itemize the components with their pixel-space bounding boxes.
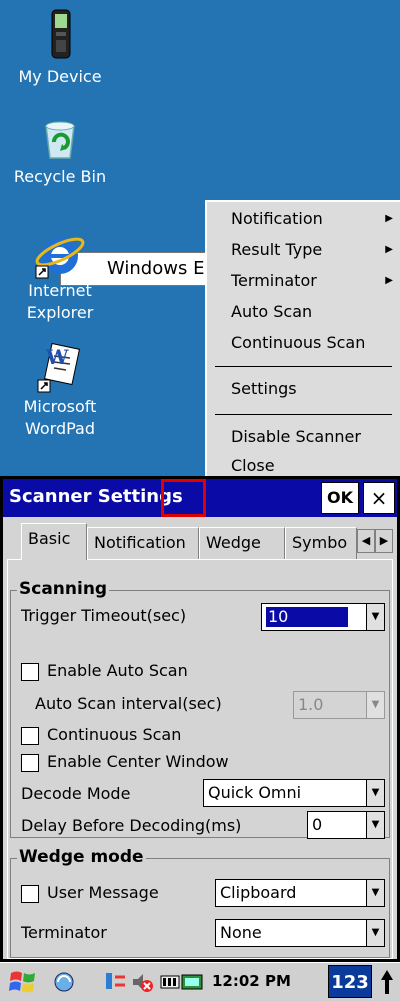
menu-item-terminator[interactable]: Terminator ▶ xyxy=(231,270,397,292)
chevron-down-icon[interactable]: ▼ xyxy=(366,812,384,838)
auto-scan-interval-select[interactable]: 1.0 ▼ xyxy=(293,691,385,719)
desktop-icon-internet-explorer[interactable]: Internet Explorer xyxy=(0,226,120,324)
chevron-down-icon[interactable]: ▼ xyxy=(366,604,384,630)
dialog-title: Scanner Settings xyxy=(9,486,183,507)
taskbar: 12:02 PM 123 xyxy=(0,962,400,1001)
settings-tabs: Basic Notification Wedge Symbo ◀ ▶ xyxy=(3,523,397,560)
user-message-label: User Message xyxy=(47,883,159,902)
highlight-box xyxy=(161,479,206,517)
enable-center-window-checkbox[interactable] xyxy=(21,754,39,772)
enable-auto-scan-label: Enable Auto Scan xyxy=(47,661,188,680)
menu-item-auto-scan[interactable]: Auto Scan xyxy=(231,301,312,323)
tab-scroll-right-icon[interactable]: ▶ xyxy=(375,529,393,553)
menu-item-notification[interactable]: Notification ▶ xyxy=(231,208,397,230)
continuous-scan-checkbox[interactable] xyxy=(21,727,39,745)
keyboard-up-arrow-icon[interactable] xyxy=(380,968,394,996)
menu-item-result-type[interactable]: Result Type ▶ xyxy=(231,239,397,261)
svg-text:W: W xyxy=(45,345,69,369)
input-panel-button[interactable]: 123 xyxy=(328,965,372,998)
desktop-icon-label: Microsoft xyxy=(23,397,97,416)
terminator-select[interactable]: None ▼ xyxy=(215,919,385,947)
enable-center-window-label: Enable Center Window xyxy=(47,752,229,771)
desktop-icon-recycle-bin[interactable]: Recycle Bin xyxy=(0,118,120,188)
chevron-down-icon[interactable]: ▼ xyxy=(366,880,384,906)
clock[interactable]: 12:02 PM xyxy=(212,969,291,993)
menu-item-label: Notification xyxy=(231,209,323,228)
trigger-timeout-label: Trigger Timeout(sec) xyxy=(21,606,187,625)
desktop-icon-label: WordPad xyxy=(24,419,95,438)
submenu-arrow-icon: ▶ xyxy=(385,213,393,224)
desktop-icon-label: Explorer xyxy=(26,303,94,322)
menu-item-label: Terminator xyxy=(231,271,317,290)
scanning-group-title: Scanning xyxy=(17,578,110,600)
battery-icon[interactable] xyxy=(160,972,204,992)
auto-scan-interval-label: Auto Scan interval(sec) xyxy=(35,694,222,713)
wedge-mode-group-title: Wedge mode xyxy=(17,846,146,868)
tab-basic[interactable]: Basic xyxy=(21,523,87,560)
scanner-context-menu: Notification ▶ Result Type ▶ Terminator … xyxy=(205,200,400,476)
tab-scroll-left-icon[interactable]: ◀ xyxy=(357,529,375,553)
close-button[interactable]: × xyxy=(363,482,395,514)
tab-wedge[interactable]: Wedge xyxy=(199,527,285,559)
dialog-titlebar: Scanner Settings OK × xyxy=(3,479,397,517)
tab-notification[interactable]: Notification xyxy=(87,527,199,559)
menu-item-settings[interactable]: Settings xyxy=(231,378,297,400)
terminator-label: Terminator xyxy=(21,923,107,942)
basic-tab-panel: Scanning Trigger Timeout(sec) 10 ▼ Enabl… xyxy=(7,559,393,959)
terminator-value: None xyxy=(220,923,262,942)
user-message-value: Clipboard xyxy=(220,883,297,902)
chevron-down-icon[interactable]: ▼ xyxy=(366,780,384,806)
delay-before-decoding-value: 0 xyxy=(312,815,323,834)
delay-before-decoding-label: Delay Before Decoding(ms) xyxy=(21,816,242,835)
menu-item-label: Result Type xyxy=(231,240,323,259)
chevron-down-icon[interactable]: ▼ xyxy=(366,692,384,718)
continuous-scan-label: Continuous Scan xyxy=(47,725,182,744)
decode-mode-select[interactable]: Quick Omni ▼ xyxy=(203,779,385,807)
delay-before-decoding-select[interactable]: 0 ▼ xyxy=(307,811,385,839)
submenu-arrow-icon: ▶ xyxy=(385,275,393,286)
desktop-icon-my-device[interactable]: My Device xyxy=(0,8,120,88)
ie-window-text: Windows E xyxy=(107,258,205,279)
decode-mode-value: Quick Omni xyxy=(208,783,302,802)
enable-auto-scan-checkbox[interactable] xyxy=(21,663,39,681)
desktop-icon-label: My Device xyxy=(18,67,102,86)
menu-item-disable-scanner[interactable]: Disable Scanner xyxy=(231,426,361,448)
auto-scan-interval-value: 1.0 xyxy=(298,695,324,714)
volume-muted-icon[interactable] xyxy=(130,970,154,994)
decode-mode-label: Decode Mode xyxy=(21,784,131,803)
trigger-timeout-select[interactable]: 10 ▼ xyxy=(261,603,385,631)
user-message-checkbox[interactable] xyxy=(21,885,39,903)
scanner-settings-dialog: Scanner Settings OK × Basic Notification… xyxy=(0,476,400,962)
wedge-mode-group: Wedge mode User Message Clipboard ▼ Term… xyxy=(10,846,390,958)
ok-button[interactable]: OK xyxy=(321,482,359,514)
wordpad-icon: W xyxy=(37,342,81,393)
menu-item-continuous-scan[interactable]: Continuous Scan xyxy=(231,332,365,354)
internet-explorer-icon xyxy=(35,237,85,279)
tab-symbology[interactable]: Symbo xyxy=(285,527,357,559)
recycle-bin-icon xyxy=(45,121,75,159)
start-windows-icon[interactable] xyxy=(8,967,38,997)
connectivity-icon[interactable] xyxy=(104,971,128,993)
desktop: My Device Recycle Bin Windows E Internet… xyxy=(0,0,400,476)
user-message-select[interactable]: Clipboard ▼ xyxy=(215,879,385,907)
trigger-timeout-value: 10 xyxy=(266,607,349,627)
menu-separator xyxy=(215,366,392,367)
network-sync-icon[interactable] xyxy=(52,970,76,994)
desktop-icon-label: Internet xyxy=(28,281,92,300)
submenu-arrow-icon: ▶ xyxy=(385,244,393,255)
desktop-icon-label: Recycle Bin xyxy=(13,167,107,186)
menu-separator xyxy=(215,414,392,415)
chevron-down-icon[interactable]: ▼ xyxy=(366,920,384,946)
scanning-group: Scanning Trigger Timeout(sec) 10 ▼ Enabl… xyxy=(10,578,390,839)
desktop-icon-wordpad[interactable]: W Microsoft WordPad xyxy=(0,342,120,440)
menu-item-close[interactable]: Close xyxy=(231,455,275,477)
device-icon xyxy=(51,9,71,59)
